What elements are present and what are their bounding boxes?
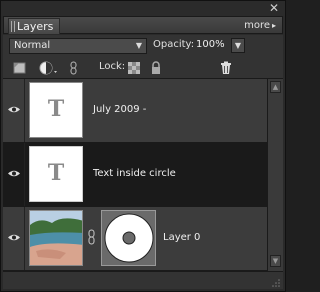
text-layer-thumbnail: T: [29, 146, 83, 202]
trash-icon[interactable]: [219, 61, 233, 75]
text-layer-thumbnail: T: [29, 82, 83, 138]
link-layers-icon[interactable]: [69, 61, 79, 75]
lock-transparent-pixels-icon[interactable]: [127, 61, 141, 75]
layer-mask-thumbnail[interactable]: [101, 210, 156, 266]
resize-grip-icon[interactable]: [271, 278, 281, 288]
layer-name: Text inside circle: [93, 168, 176, 179]
circle-mask-graphic: [104, 213, 154, 263]
eye-icon: [8, 170, 20, 177]
text-layer-glyph: T: [47, 96, 65, 122]
visibility-toggle[interactable]: [3, 143, 25, 206]
more-menu-button[interactable]: more ▸: [244, 19, 276, 32]
tab-layers[interactable]: Layers: [8, 18, 61, 34]
layer-tools-row: Lock:: [3, 57, 283, 79]
eye-icon: [8, 234, 20, 241]
blend-opacity-row: Normal ▼ Opacity: 100% ▼: [3, 35, 283, 57]
eye-icon: [8, 106, 20, 113]
layers-list: T July 2009 - T Text inside circle Layer…: [3, 79, 267, 271]
layer-row-july-2009[interactable]: T July 2009 -: [3, 79, 267, 143]
chevron-right-icon: ▸: [271, 21, 276, 30]
blend-mode-value: Normal: [14, 40, 51, 51]
opacity-dropdown-button[interactable]: ▼: [231, 38, 245, 53]
lock-all-icon[interactable]: [149, 61, 163, 75]
new-layer-icon[interactable]: [13, 61, 27, 75]
scroll-down-button[interactable]: ▼: [270, 255, 281, 267]
panel-top-strip: ✕: [1, 1, 285, 16]
visibility-toggle[interactable]: [3, 79, 25, 142]
more-label: more: [244, 20, 270, 31]
close-icon[interactable]: ✕: [269, 1, 279, 15]
adjustment-layer-icon[interactable]: [39, 61, 59, 75]
blend-mode-select[interactable]: Normal ▼: [9, 38, 147, 54]
lock-label: Lock:: [99, 61, 126, 72]
visibility-toggle[interactable]: [3, 207, 25, 270]
opacity-label: Opacity:: [153, 39, 195, 50]
mask-link-icon[interactable]: [88, 229, 96, 245]
layers-scrollbar[interactable]: ▲ ▼: [267, 79, 283, 271]
layer-name: July 2009 -: [93, 104, 147, 115]
image-layer-thumbnail: [29, 210, 83, 266]
layer-row-layer-0[interactable]: Layer 0: [3, 207, 267, 271]
panel-header: Layers more ▸: [3, 16, 283, 34]
chevron-down-icon: ▼: [135, 41, 142, 50]
text-layer-glyph: T: [47, 160, 65, 186]
scroll-up-button[interactable]: ▲: [270, 81, 281, 93]
layer-name: Layer 0: [163, 232, 201, 243]
layers-panel: ✕ Layers more ▸ Normal ▼ Opacity: 100% ▼ …: [0, 0, 286, 292]
panel-footer: [3, 271, 283, 289]
layer-row-text-inside-circle[interactable]: T Text inside circle: [3, 143, 267, 207]
beach-photo-image: [30, 211, 82, 265]
opacity-input[interactable]: 100%: [196, 39, 225, 50]
